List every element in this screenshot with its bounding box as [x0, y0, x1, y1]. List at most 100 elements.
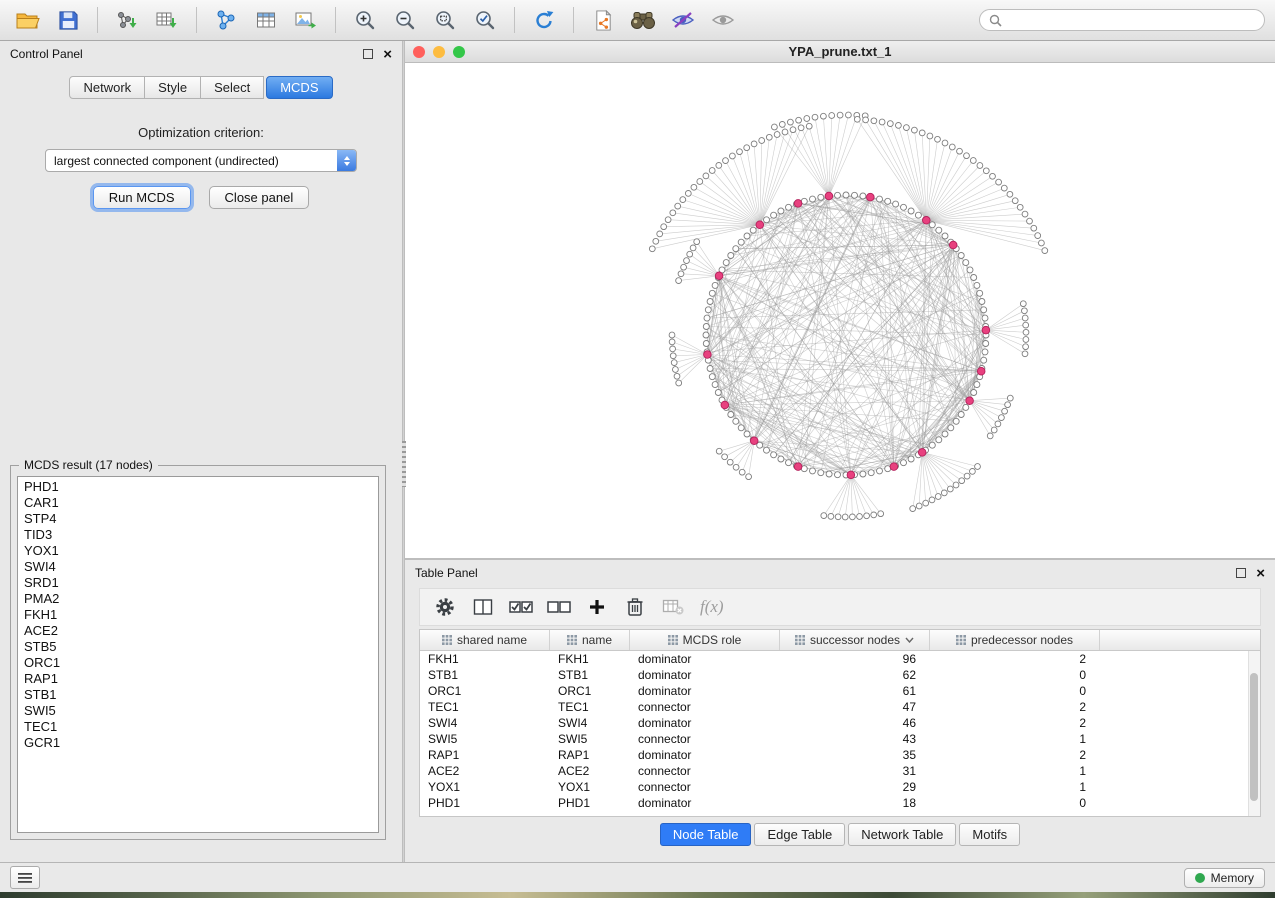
mcds-node-item[interactable]: SRD1 — [18, 575, 378, 591]
trash-icon — [626, 597, 644, 617]
new-table-button[interactable] — [248, 4, 284, 36]
clone-network-button[interactable] — [585, 4, 621, 36]
table-row[interactable]: YOX1YOX1connector291 — [420, 779, 1248, 795]
function-builder-button[interactable]: f(x) — [696, 597, 724, 617]
mcds-result-list[interactable]: PHD1CAR1STP4TID3YOX1SWI4SRD1PMA2FKH1ACE2… — [17, 476, 379, 833]
tab-style[interactable]: Style — [144, 76, 201, 99]
table-cell: RAP1 — [420, 748, 550, 762]
sort-chevron-icon[interactable] — [905, 637, 914, 643]
table-cell: 62 — [780, 668, 930, 682]
table-cell: 31 — [780, 764, 930, 778]
mcds-node-item[interactable]: RAP1 — [18, 671, 378, 687]
memory-button[interactable]: Memory — [1184, 868, 1265, 888]
table-cell: 96 — [780, 652, 930, 666]
table-row[interactable]: PHD1PHD1dominator180 — [420, 795, 1248, 811]
mcds-node-item[interactable]: GCR1 — [18, 735, 378, 751]
mcds-node-item[interactable]: YOX1 — [18, 543, 378, 559]
run-mcds-button[interactable]: Run MCDS — [93, 186, 191, 209]
float-panel-icon[interactable] — [363, 49, 373, 59]
zoom-fit-button[interactable] — [427, 4, 463, 36]
table-cell: FKH1 — [420, 652, 550, 666]
save-session-button[interactable] — [50, 4, 86, 36]
refresh-icon — [532, 8, 556, 32]
table-row[interactable]: ACE2ACE2connector311 — [420, 763, 1248, 779]
zoom-out-button[interactable] — [387, 4, 423, 36]
zoom-selected-icon — [474, 9, 496, 31]
mcds-node-item[interactable]: PHD1 — [18, 479, 378, 495]
mcds-node-item[interactable]: SWI4 — [18, 559, 378, 575]
column-label: MCDS role — [683, 633, 742, 647]
column-header-name[interactable]: name — [550, 630, 630, 650]
table-row[interactable]: TEC1TEC1connector472 — [420, 699, 1248, 715]
open-file-button[interactable] — [10, 4, 46, 36]
network-canvas[interactable] — [405, 63, 1275, 558]
zoom-selected-button[interactable] — [467, 4, 503, 36]
float-panel-icon[interactable] — [1236, 568, 1246, 578]
apply-layout-button[interactable] — [526, 4, 562, 36]
table-row[interactable]: SWI5SWI5connector431 — [420, 731, 1248, 747]
table-row[interactable]: STB1STB1dominator620 — [420, 667, 1248, 683]
mcds-node-item[interactable]: STB5 — [18, 639, 378, 655]
column-type-icon — [795, 635, 805, 645]
menu-icon — [18, 873, 32, 883]
mcds-node-item[interactable]: ACE2 — [18, 623, 378, 639]
table-row[interactable]: ORC1ORC1dominator610 — [420, 683, 1248, 699]
eye-icon — [711, 11, 735, 29]
ui-settings-button[interactable] — [10, 866, 40, 889]
scrollbar-thumb[interactable] — [1250, 673, 1258, 801]
show-all-button[interactable] — [705, 4, 741, 36]
tab-network[interactable]: Network — [69, 76, 145, 99]
table-scrollbar[interactable] — [1248, 651, 1260, 816]
table-cell: 1 — [930, 780, 1100, 794]
tab-mcds[interactable]: MCDS — [266, 76, 332, 99]
close-panel-icon[interactable]: × — [1256, 566, 1265, 581]
tab-network-table[interactable]: Network Table — [848, 823, 956, 846]
table-cell: connector — [630, 700, 780, 714]
table-cell: ACE2 — [420, 764, 550, 778]
export-image-button[interactable] — [288, 4, 324, 36]
column-header-successor-nodes[interactable]: successor nodes — [780, 630, 930, 650]
close-panel-button[interactable]: Close panel — [209, 186, 310, 209]
delete-table-button[interactable] — [658, 592, 688, 622]
mcds-node-item[interactable]: TEC1 — [18, 719, 378, 735]
new-network-button[interactable] — [208, 4, 244, 36]
column-header-shared-name[interactable]: shared name — [420, 630, 550, 650]
import-table-button[interactable] — [149, 4, 185, 36]
zoom-in-button[interactable] — [347, 4, 383, 36]
show-columns-button[interactable] — [468, 592, 498, 622]
mcds-node-item[interactable]: PMA2 — [18, 591, 378, 607]
delete-column-button[interactable] — [620, 592, 650, 622]
table-row[interactable]: FKH1FKH1dominator962 — [420, 651, 1248, 667]
table-row[interactable]: SWI4SWI4dominator462 — [420, 715, 1248, 731]
mcds-node-item[interactable]: FKH1 — [18, 607, 378, 623]
column-header-predecessor-nodes[interactable]: predecessor nodes — [930, 630, 1100, 650]
mcds-node-item[interactable]: TID3 — [18, 527, 378, 543]
search-network-button[interactable] — [625, 4, 661, 36]
table-cell: connector — [630, 780, 780, 794]
mcds-node-item[interactable]: SWI5 — [18, 703, 378, 719]
splitter-grip[interactable] — [402, 441, 406, 487]
search-input[interactable] — [1008, 12, 1255, 28]
unselect-all-columns-button[interactable] — [544, 592, 574, 622]
network-graph[interactable] — [405, 63, 1273, 559]
table-row[interactable]: RAP1RAP1dominator352 — [420, 747, 1248, 763]
tab-motifs[interactable]: Motifs — [959, 823, 1020, 846]
hide-selected-button[interactable] — [665, 4, 701, 36]
column-header-mcds-role[interactable]: MCDS role — [630, 630, 780, 650]
import-network-button[interactable] — [109, 4, 145, 36]
search-box[interactable] — [979, 9, 1265, 31]
mcds-node-item[interactable]: STB1 — [18, 687, 378, 703]
criterion-select[interactable]: largest connected component (undirected) — [45, 149, 357, 172]
mcds-node-item[interactable]: ORC1 — [18, 655, 378, 671]
column-type-icon — [956, 635, 966, 645]
table-settings-button[interactable] — [430, 592, 460, 622]
create-column-button[interactable] — [582, 592, 612, 622]
tab-node-table[interactable]: Node Table — [660, 823, 752, 846]
table-cell: 47 — [780, 700, 930, 714]
mcds-node-item[interactable]: CAR1 — [18, 495, 378, 511]
tab-select[interactable]: Select — [200, 76, 264, 99]
close-panel-icon[interactable]: × — [383, 47, 392, 62]
tab-edge-table[interactable]: Edge Table — [754, 823, 845, 846]
mcds-node-item[interactable]: STP4 — [18, 511, 378, 527]
select-all-columns-button[interactable] — [506, 592, 536, 622]
